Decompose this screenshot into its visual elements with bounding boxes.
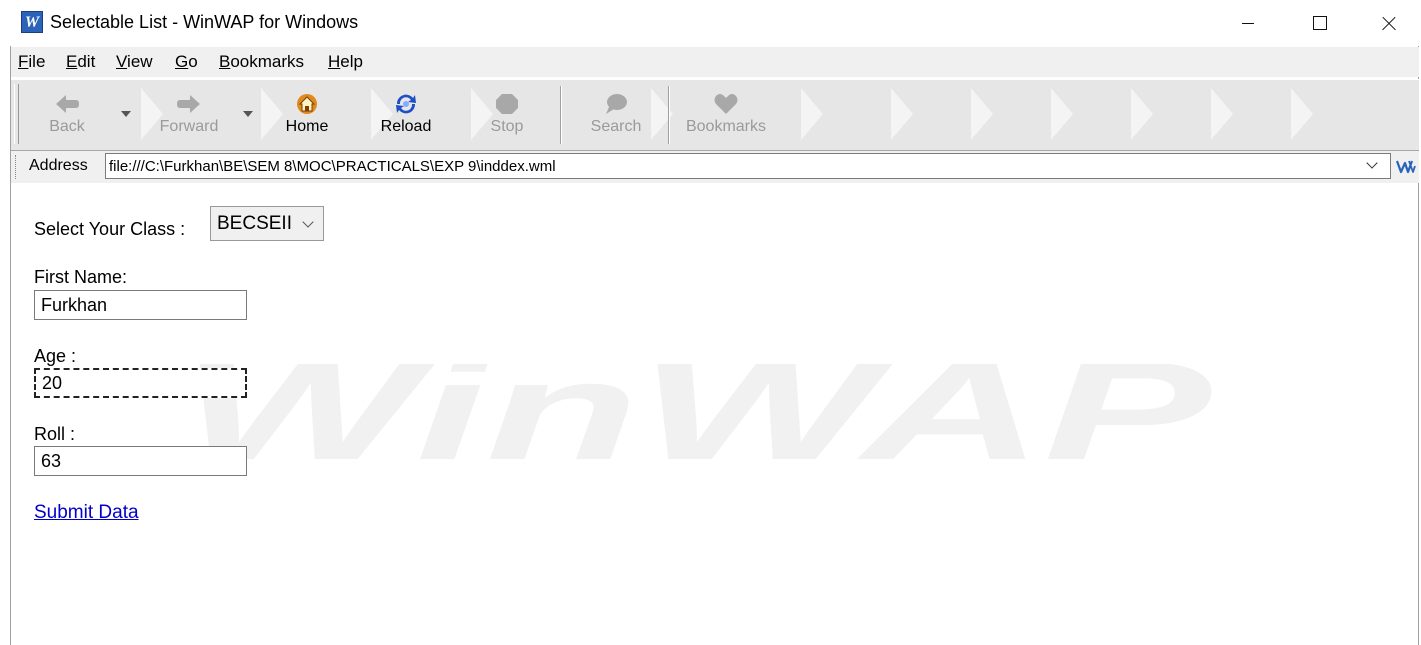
menu-help-rest: elp — [340, 52, 363, 71]
reload-icon — [396, 94, 416, 114]
back-button[interactable]: Back — [37, 80, 97, 148]
toolbar-decoration — [1211, 88, 1233, 140]
winwap-app-icon[interactable]: W — [21, 11, 43, 33]
age-label: Age : — [34, 346, 77, 366]
address-dropdown-chevron-icon[interactable] — [1367, 159, 1377, 169]
title-bar[interactable]: W Selectable List - WinWAP for Windows — [12, 0, 1421, 46]
chevron-down-icon — [304, 218, 312, 226]
window-title: Selectable List - WinWAP for Windows — [50, 12, 359, 32]
maximize-button[interactable] — [1288, 0, 1348, 46]
age-field[interactable] — [34, 368, 247, 398]
menu-file-rest: ile — [28, 52, 46, 71]
app-window: W Selectable List - WinWAP for Windows F… — [0, 0, 1421, 645]
menu-go-rest: o — [188, 52, 198, 71]
class-select[interactable]: BECSEII — [210, 206, 324, 241]
menu-edit[interactable]: Edit — [66, 52, 95, 72]
menu-edit-key: E — [66, 52, 78, 71]
menu-view-key: V — [116, 52, 128, 71]
search-bubble-icon — [606, 94, 627, 114]
forward-button[interactable]: Forward — [151, 80, 227, 148]
watermark-text: WinWAP — [181, 364, 1212, 474]
forward-arrow-icon — [177, 95, 200, 113]
menu-help-key: H — [328, 52, 341, 71]
toolbar-decoration — [801, 88, 823, 140]
roll-label: Roll : — [34, 424, 76, 444]
toolbar-decoration — [1291, 88, 1313, 140]
search-label: Search — [590, 118, 642, 135]
address-bar: Address — [11, 151, 1419, 183]
first-name-field[interactable] — [34, 290, 247, 320]
address-bar-grip[interactable] — [15, 155, 18, 179]
toolbar-decoration — [971, 88, 993, 140]
menu-go[interactable]: Go — [175, 52, 198, 72]
class-select-value: BECSEII — [217, 213, 292, 234]
toolbar-decoration — [891, 88, 913, 140]
menu-bookmarks-key: B — [219, 52, 231, 71]
menu-bookmarks[interactable]: Bookmarks — [219, 52, 304, 72]
heart-icon — [714, 94, 738, 114]
toolbar: Back Forward Home Reload Stop Search Boo… — [11, 79, 1419, 151]
forward-label: Forward — [159, 118, 219, 135]
toolbar-separator — [668, 86, 669, 144]
bookmarks-button[interactable]: Bookmarks — [683, 80, 769, 148]
stop-icon — [496, 94, 518, 114]
home-button[interactable]: Home — [277, 80, 337, 148]
toolbar-decoration — [1051, 88, 1073, 140]
close-button[interactable] — [1360, 0, 1420, 46]
winwap-go-icon[interactable] — [1396, 157, 1416, 175]
submit-data-link[interactable]: Submit Data — [34, 502, 139, 524]
bookmarks-label: Bookmarks — [685, 118, 767, 135]
first-name-label: First Name: — [34, 267, 128, 287]
menu-bookmarks-rest: ookmarks — [230, 52, 305, 71]
menu-file[interactable]: File — [18, 52, 45, 72]
forward-history-dropdown[interactable] — [243, 111, 253, 117]
back-arrow-icon — [56, 95, 79, 113]
menu-help[interactable]: Help — [328, 52, 363, 72]
minimize-button[interactable] — [1218, 0, 1278, 46]
home-icon — [297, 94, 317, 114]
roll-field[interactable] — [34, 446, 247, 476]
address-input[interactable] — [105, 153, 1391, 179]
menu-file-key: F — [18, 52, 29, 71]
back-history-dropdown[interactable] — [121, 111, 131, 117]
search-button[interactable]: Search — [581, 80, 651, 148]
menu-bar: File Edit View Go Bookmarks Help — [11, 47, 1419, 77]
back-label: Back — [49, 118, 85, 135]
winwap-watermark-logo: WinWAP — [181, 364, 1212, 474]
menu-view[interactable]: View — [116, 52, 153, 72]
menu-go-key: G — [175, 52, 189, 71]
toolbar-decoration — [1131, 88, 1153, 140]
menu-view-rest: iew — [127, 52, 153, 71]
page-content: WinWAP Select Your Class : BECSEII First… — [11, 184, 1418, 645]
menu-edit-rest: dit — [77, 52, 96, 71]
reload-button[interactable]: Reload — [373, 80, 439, 148]
address-label: Address — [29, 157, 88, 174]
stop-label: Stop — [490, 118, 524, 135]
class-label: Select Your Class : — [34, 219, 186, 239]
toolbar-grip[interactable] — [14, 84, 19, 144]
toolbar-separator — [560, 86, 561, 144]
reload-label: Reload — [380, 118, 432, 135]
stop-button[interactable]: Stop — [477, 80, 537, 148]
home-label: Home — [285, 118, 329, 135]
toolbar-decoration — [651, 88, 673, 140]
